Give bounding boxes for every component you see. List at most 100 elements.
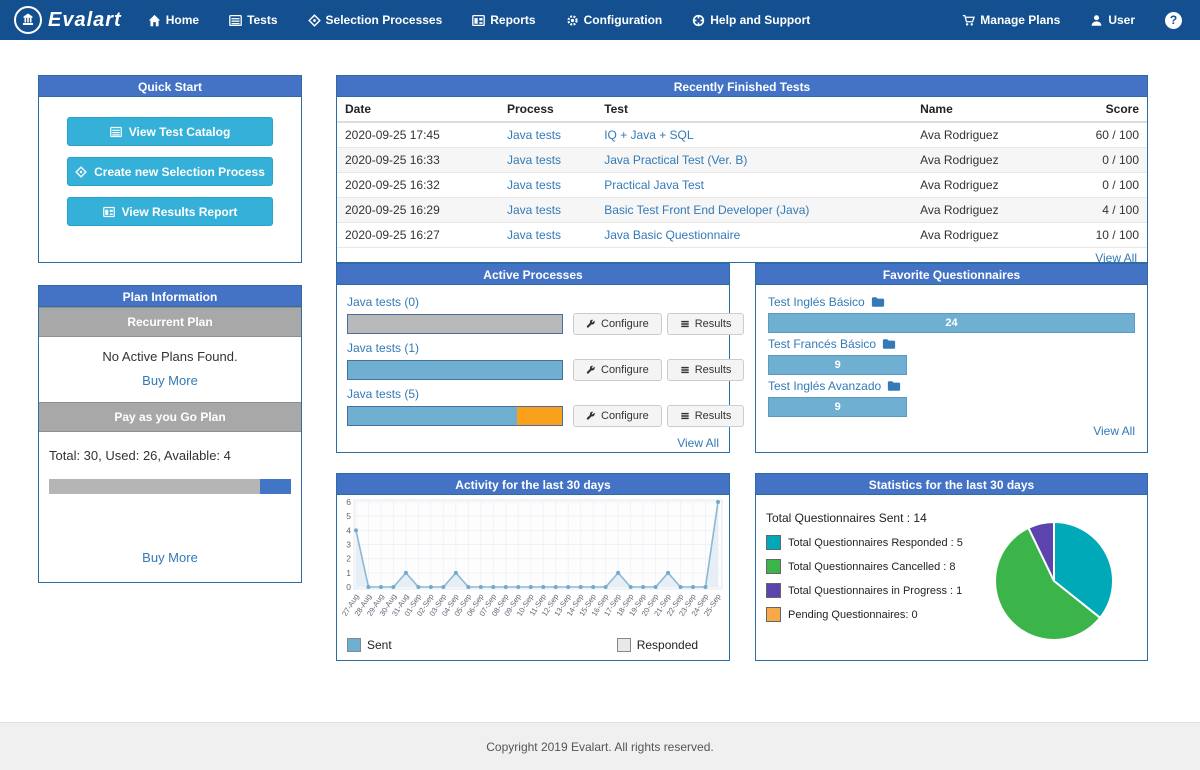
nav-item-tests[interactable]: Tests xyxy=(229,13,277,27)
results-button[interactable]: Results xyxy=(667,405,745,427)
process-row: Java tests (0)ConfigureResults xyxy=(347,292,719,335)
process-name-link[interactable]: Java tests (0) xyxy=(347,295,419,309)
tests-grid-icon xyxy=(110,126,122,138)
col-header-score: Score xyxy=(1050,97,1147,122)
statistics-legend: Total Questionnaires Sent : 14 Total Que… xyxy=(766,505,974,662)
wrench-icon xyxy=(586,365,596,375)
recurrent-plan-header: Recurrent Plan xyxy=(39,307,301,337)
favorite-test-link[interactable]: Test Francés Básico xyxy=(768,337,876,351)
buy-more-link-payg[interactable]: Buy More xyxy=(142,550,198,565)
process-progressbar xyxy=(347,406,563,426)
favorites-view-all-link[interactable]: View All xyxy=(1093,424,1135,438)
recent-tests-panel: Recently Finished Tests DateProcessTestN… xyxy=(336,75,1148,263)
view-results-report-button[interactable]: View Results Report xyxy=(67,197,273,226)
process-link[interactable]: Java tests xyxy=(507,153,561,167)
process-name-link[interactable]: Java tests (5) xyxy=(347,387,419,401)
cell-date: 2020-09-25 16:33 xyxy=(337,148,499,173)
process-link[interactable]: Java tests xyxy=(507,203,561,217)
legend-swatch xyxy=(766,607,781,622)
sent-legend-label: Sent xyxy=(367,638,392,652)
favorite-test-link[interactable]: Test Inglés Avanzado xyxy=(768,379,881,393)
total-sent-text: Total Questionnaires Sent : 14 xyxy=(766,511,974,525)
cell-process: Java tests xyxy=(499,122,596,148)
diamond-icon xyxy=(75,166,87,178)
responded-legend-swatch xyxy=(617,638,631,652)
progress-orange-segment xyxy=(517,407,562,425)
svg-text:6: 6 xyxy=(346,497,351,507)
cell-date: 2020-09-25 16:29 xyxy=(337,198,499,223)
progress-blue-segment xyxy=(348,361,562,379)
process-link[interactable]: Java tests xyxy=(507,128,561,142)
nav-item-home[interactable]: Home xyxy=(148,13,199,27)
nav-item-user[interactable]: User xyxy=(1090,13,1135,27)
results-button[interactable]: Results xyxy=(667,359,745,381)
active-processes-title: Active Processes xyxy=(337,264,729,285)
cell-score: 10 / 100 xyxy=(1050,223,1147,248)
cell-score: 0 / 100 xyxy=(1050,173,1147,198)
configure-button[interactable]: Configure xyxy=(573,313,662,335)
test-link[interactable]: Java Practical Test (Ver. B) xyxy=(604,153,747,167)
col-header-process: Process xyxy=(499,97,596,122)
svg-text:3: 3 xyxy=(346,540,351,550)
nav-item-manage-plans[interactable]: Manage Plans xyxy=(962,13,1060,27)
help-icon xyxy=(692,14,705,27)
active-processes-view-all-link[interactable]: View All xyxy=(677,436,719,450)
view-test-catalog-button[interactable]: View Test Catalog xyxy=(67,117,273,146)
process-name-link[interactable]: Java tests (1) xyxy=(347,341,419,355)
nav-item-help-and-support[interactable]: Help and Support xyxy=(692,13,810,27)
nav-item-configuration[interactable]: Configuration xyxy=(566,13,663,27)
diamond-icon xyxy=(308,14,321,27)
wrench-icon xyxy=(586,411,596,421)
cell-name: Ava Rodriguez xyxy=(912,223,1050,248)
recent-tests-table: DateProcessTestNameScore 2020-09-25 17:4… xyxy=(337,97,1147,248)
cell-test: Practical Java Test xyxy=(596,173,912,198)
top-navbar: Evalart Home Tests Selection Processes Repo… xyxy=(0,0,1200,40)
test-link[interactable]: Java Basic Questionnaire xyxy=(604,228,740,242)
wrench-icon xyxy=(586,319,596,329)
process-row: Java tests (5)ConfigureResults xyxy=(347,384,719,427)
folder-icon[interactable] xyxy=(882,337,896,351)
progress-blue-segment xyxy=(348,407,517,425)
cell-test: Java Basic Questionnaire xyxy=(596,223,912,248)
brand-name: Evalart xyxy=(48,9,122,32)
favorite-test-link[interactable]: Test Inglés Básico xyxy=(768,295,865,309)
cell-name: Ava Rodriguez xyxy=(912,198,1050,223)
plan-usage-progressbar xyxy=(49,479,291,494)
statistics-legend-item: Total Questionnaires Cancelled : 8 xyxy=(766,559,974,574)
configure-button[interactable]: Configure xyxy=(573,359,662,381)
plan-info-title: Plan Information xyxy=(39,286,301,307)
process-link[interactable]: Java tests xyxy=(507,228,561,242)
brand-logo[interactable]: Evalart xyxy=(14,6,122,34)
create-new-selection-process-button[interactable]: Create new Selection Process xyxy=(67,157,273,186)
favorite-item: Test Inglés Avanzado9 xyxy=(768,379,1135,417)
quick-start-title: Quick Start xyxy=(39,76,301,97)
col-header-test: Test xyxy=(596,97,912,122)
folder-icon[interactable] xyxy=(887,379,901,393)
col-header-date: Date xyxy=(337,97,499,122)
buy-more-link-recurrent[interactable]: Buy More xyxy=(142,373,198,388)
plan-info-panel: Plan Information Recurrent Plan No Activ… xyxy=(38,285,302,583)
favorites-title: Favorite Questionnaires xyxy=(756,264,1147,285)
statistics-title: Statistics for the last 30 days xyxy=(756,474,1147,495)
cell-test: Java Practical Test (Ver. B) xyxy=(596,148,912,173)
nav-item-selection-processes[interactable]: Selection Processes xyxy=(308,13,443,27)
configure-button[interactable]: Configure xyxy=(573,405,662,427)
reports-grid-icon xyxy=(472,14,485,27)
process-link[interactable]: Java tests xyxy=(507,178,561,192)
results-icon xyxy=(680,365,690,375)
folder-icon[interactable] xyxy=(871,295,885,309)
home-icon xyxy=(148,14,161,27)
cell-process: Java tests xyxy=(499,173,596,198)
help-question-icon[interactable]: ? xyxy=(1165,12,1182,29)
cell-process: Java tests xyxy=(499,148,596,173)
nav-right: Manage Plans User ? xyxy=(962,12,1182,29)
nav-item-reports[interactable]: Reports xyxy=(472,13,535,27)
test-link[interactable]: Basic Test Front End Developer (Java) xyxy=(604,203,809,217)
test-link[interactable]: IQ + Java + SQL xyxy=(604,128,693,142)
results-button[interactable]: Results xyxy=(667,313,745,335)
test-link[interactable]: Practical Java Test xyxy=(604,178,704,192)
statistics-pie-chart xyxy=(974,505,1139,662)
quick-start-panel: Quick Start View Test Catalog Create new … xyxy=(38,75,302,263)
cell-date: 2020-09-25 17:45 xyxy=(337,122,499,148)
favorite-count-bar: 24 xyxy=(768,313,1135,333)
